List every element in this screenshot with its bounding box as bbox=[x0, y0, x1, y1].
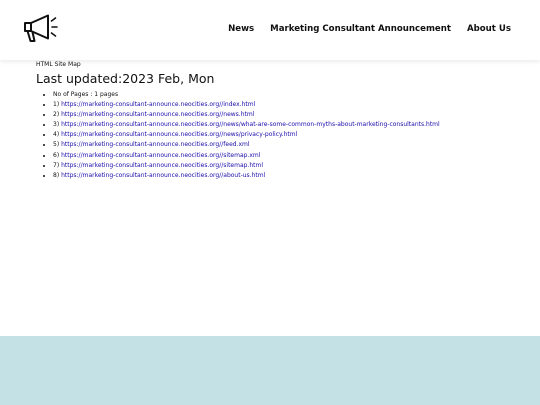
nav-marketing-consultant-announcement[interactable]: Marketing Consultant Announcement bbox=[270, 24, 451, 34]
link-number: 4) bbox=[53, 131, 60, 139]
sitemap-link[interactable]: https://marketing-consultant-announce.ne… bbox=[61, 131, 297, 138]
last-updated: Last updated:2023 Feb, Mon bbox=[36, 71, 215, 86]
sitemap-link[interactable]: https://marketing-consultant-announce.ne… bbox=[61, 111, 254, 118]
link-number: 8) bbox=[53, 171, 60, 179]
nav-about-us[interactable]: About Us bbox=[467, 24, 511, 34]
sitemap-link[interactable]: https://marketing-consultant-announce.ne… bbox=[61, 172, 265, 179]
list-item: 1) https://marketing-consultant-announce… bbox=[53, 100, 516, 110]
link-number: 5) bbox=[53, 141, 60, 149]
page-count: No of Pages : 1 pages bbox=[53, 90, 516, 100]
sitemap-content: HTML Site Map Last updated:2023 Feb, Mon… bbox=[36, 60, 516, 181]
sitemap-link[interactable]: https://marketing-consultant-announce.ne… bbox=[61, 101, 255, 108]
megaphone-icon[interactable] bbox=[22, 14, 60, 46]
sitemap-title: HTML Site Map bbox=[36, 61, 81, 68]
sitemap-link[interactable]: https://marketing-consultant-announce.ne… bbox=[61, 162, 263, 169]
list-item: 7) https://marketing-consultant-announce… bbox=[53, 161, 516, 171]
list-item: 2) https://marketing-consultant-announce… bbox=[53, 110, 516, 120]
link-number: 3) bbox=[53, 121, 60, 129]
list-item: 3) https://marketing-consultant-announce… bbox=[53, 120, 516, 130]
sitemap-list: No of Pages : 1 pages 1) https://marketi… bbox=[36, 90, 516, 181]
sitemap-link[interactable]: https://marketing-consultant-announce.ne… bbox=[61, 152, 260, 159]
list-item: 5) https://marketing-consultant-announce… bbox=[53, 140, 516, 150]
list-item: 8) https://marketing-consultant-announce… bbox=[53, 171, 516, 181]
link-number: 1) bbox=[53, 101, 60, 109]
link-number: 2) bbox=[53, 111, 60, 119]
list-item: 4) https://marketing-consultant-announce… bbox=[53, 130, 516, 140]
link-number: 7) bbox=[53, 161, 60, 169]
main-nav: News Marketing Consultant Announcement A… bbox=[228, 24, 511, 34]
list-item: 6) https://marketing-consultant-announce… bbox=[53, 151, 516, 161]
link-number: 6) bbox=[53, 151, 60, 159]
sitemap-link[interactable]: https://marketing-consultant-announce.ne… bbox=[61, 121, 440, 128]
sitemap-link[interactable]: https://marketing-consultant-announce.ne… bbox=[61, 141, 249, 148]
site-footer bbox=[0, 336, 540, 405]
nav-news[interactable]: News bbox=[228, 24, 254, 34]
site-header: News Marketing Consultant Announcement A… bbox=[0, 0, 540, 60]
